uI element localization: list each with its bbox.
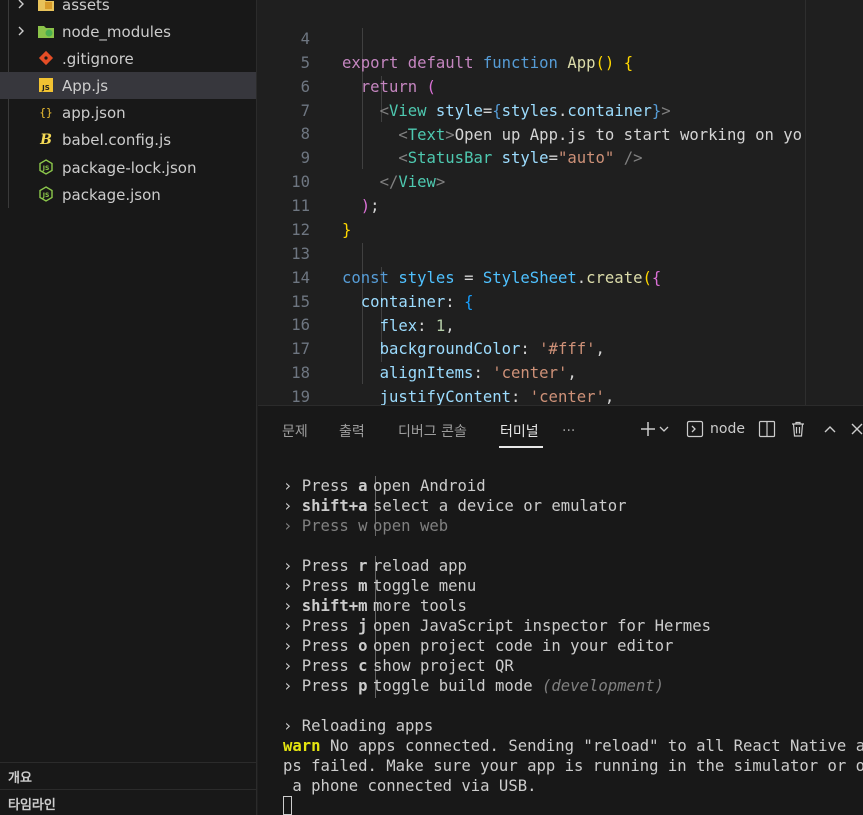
tab-label: 디버그 콘솔	[398, 424, 467, 440]
active-tab-indicator	[499, 446, 543, 448]
code-line: 18 justifyContent: 'center',	[258, 338, 863, 405]
svg-text:B: B	[39, 132, 52, 147]
tree-item-label: App.js	[62, 76, 109, 95]
terminal-cursor	[283, 796, 292, 815]
code-line: 15 flex: 1,	[258, 267, 863, 335]
chevron-right-icon	[18, 0, 24, 9]
close-panel-icon[interactable]	[846, 418, 863, 440]
nodejs-icon: JS	[37, 185, 55, 203]
code-line: 19 },	[258, 362, 863, 405]
terminal-menu-line: › Press m toggle menu	[283, 577, 477, 595]
code-line: 6 <View style={styles.container}>	[258, 52, 863, 120]
tree-item-label: app.json	[62, 103, 126, 122]
tree-item-app-js[interactable]: JS App.js	[0, 72, 256, 99]
terminal-menu-line: › Press c show project QR	[283, 657, 514, 675]
git-icon	[37, 49, 55, 67]
tree-item-babel-config[interactable]: B babel.config.js	[0, 126, 256, 153]
tree-item-label: node_modules	[62, 22, 171, 41]
terminal-warn-line: warn No apps connected. Sending "reload"…	[283, 737, 863, 755]
more-tabs-button[interactable]: ···	[562, 416, 575, 446]
tab-debug-console[interactable]: 디버그 콘솔	[398, 416, 467, 446]
tree-item-app-json[interactable]: {} app.json	[0, 99, 256, 126]
babel-icon: B	[37, 130, 55, 148]
terminal-menu-line: › Press j open JavaScript inspector for H…	[283, 617, 711, 635]
folder-node-icon	[37, 22, 55, 40]
bottom-panel: 문제 출력 디버그 콘솔 터미널 ··· node › Press a open …	[258, 405, 863, 815]
tree-item-label: package-lock.json	[62, 158, 197, 177]
tab-problems[interactable]: 문제	[282, 416, 308, 446]
new-terminal-plus-icon[interactable]	[637, 418, 659, 440]
tree-item-gitignore[interactable]: .gitignore	[0, 45, 256, 72]
code-line: 16 backgroundColor: '#fff',	[258, 290, 863, 358]
tree-item-label: package.json	[62, 185, 161, 204]
nodejs-icon: JS	[37, 158, 55, 176]
js-icon: JS	[37, 76, 55, 94]
terminal-menu-line: › shift+a select a device or emulator	[283, 497, 627, 515]
explorer-sidebar: assets node_modules .gitignore JS App.js…	[0, 0, 257, 815]
terminal-menu-line: › Press r reload app	[283, 557, 467, 575]
terminal-icon	[686, 420, 704, 438]
svg-text:JS: JS	[42, 192, 50, 199]
json-icon: {}	[37, 103, 55, 121]
tab-label: 터미널	[500, 424, 539, 440]
trash-icon[interactable]	[787, 418, 809, 440]
tree-item-node-modules[interactable]: node_modules	[0, 18, 256, 45]
chevron-down-icon[interactable]	[657, 418, 671, 440]
code-editor[interactable]: 4 export default function App() { 5 retu…	[258, 0, 863, 405]
maximize-panel-chevron-up-icon[interactable]	[819, 418, 841, 440]
tree-item-assets[interactable]: assets	[0, 0, 256, 18]
outline-label: 개요	[8, 770, 32, 786]
terminal-name: node	[710, 421, 745, 437]
terminal-menu-line: › shift+m more tools	[283, 597, 467, 615]
terminal-menu-line: › Press o open project code in your edito…	[283, 637, 674, 655]
code-line: 11 }	[258, 171, 863, 239]
tree-item-label: babel.config.js	[62, 130, 172, 149]
terminal-reloading-line: › Reloading apps	[283, 717, 434, 735]
terminal-selector[interactable]: node	[686, 418, 756, 440]
terminal-menu-line: › Press a open Android	[283, 477, 486, 495]
code-line: 14 container: {	[258, 243, 863, 311]
code-line: 4 export default function App() {	[258, 4, 863, 72]
terminal-warn-line: a phone connected via USB.	[283, 777, 537, 795]
timeline-label: 타임라인	[8, 797, 56, 813]
terminal-warn-line: ps failed. Make sure your app is running…	[283, 757, 863, 775]
terminal-menu-line: › Press w open web	[283, 517, 449, 535]
svg-text:JS: JS	[42, 165, 50, 172]
code-line: 13 const styles = StyleSheet.create({	[258, 219, 863, 287]
code-line: 10 );	[258, 147, 863, 215]
code-line: 7 <Text>Open up App.js to start working …	[258, 76, 863, 144]
svg-text:JS: JS	[41, 84, 50, 92]
code-line: 9 </View>	[258, 123, 863, 191]
split-terminal-icon[interactable]	[756, 418, 778, 440]
code-line: 17 alignItems: 'center',	[258, 314, 863, 382]
tree-item-label: assets	[62, 0, 110, 14]
svg-text:{}: {}	[39, 106, 52, 119]
chevron-right-icon	[18, 26, 24, 36]
tab-label: 문제	[282, 424, 308, 440]
code-line: 12	[258, 195, 863, 239]
timeline-section-header[interactable]: 타임라인	[0, 789, 257, 815]
tab-terminal[interactable]: 터미널	[500, 416, 539, 446]
code-line: 5 return (	[258, 28, 863, 96]
tab-output[interactable]: 출력	[339, 416, 365, 446]
code-line: 20 });	[258, 385, 863, 405]
tree-item-label: .gitignore	[62, 49, 134, 68]
more-label: ···	[562, 423, 576, 439]
terminal-menu-line: › Press p toggle build mode (development)	[283, 677, 665, 695]
code-line: 8 <StatusBar style="auto" />	[258, 99, 863, 167]
tab-label: 출력	[339, 424, 365, 440]
tree-item-package-lock[interactable]: JS package-lock.json	[0, 154, 256, 181]
folder-assets-icon	[37, 0, 55, 13]
tree-item-package-json[interactable]: JS package.json	[0, 181, 256, 208]
outline-section-header[interactable]: 개요	[0, 762, 257, 789]
